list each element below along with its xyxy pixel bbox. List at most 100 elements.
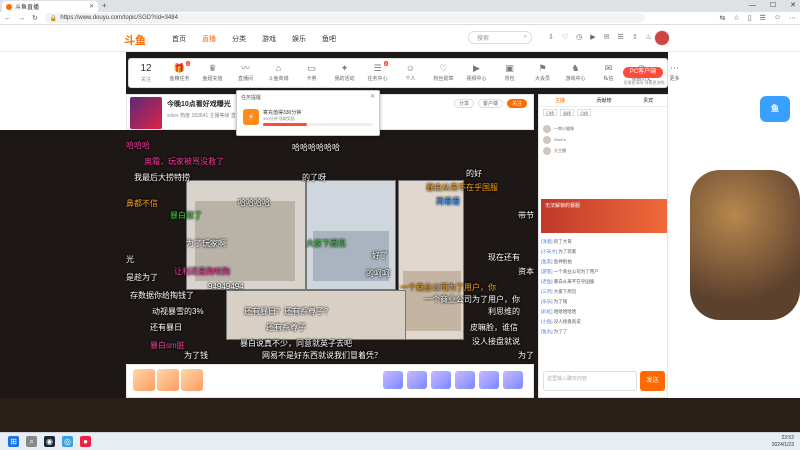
gift-item[interactable]	[431, 371, 451, 389]
gift-item[interactable]	[479, 371, 499, 389]
nav-category[interactable]: 分类	[232, 34, 246, 44]
video-icon[interactable]: ▶	[590, 33, 595, 41]
translate-icon[interactable]: ⇆	[720, 14, 726, 22]
chat-username[interactable]: [彩虹]	[541, 309, 553, 314]
subtab-daily[interactable]: 日榜	[543, 109, 557, 116]
message-icon[interactable]: ✉	[604, 33, 610, 41]
rank-row[interactable]: 大主播	[543, 145, 665, 156]
menu-icon[interactable]: ⋯	[789, 14, 796, 22]
chat-username[interactable]: [游客]	[541, 269, 553, 274]
function-item[interactable]: ⌂ 斗鱼商城	[262, 62, 295, 82]
history-icon[interactable]: ◷	[576, 33, 582, 41]
send-button[interactable]: 发送	[640, 371, 665, 391]
chat-username[interactable]: [三月]	[541, 289, 553, 294]
forward-icon[interactable]: →	[18, 15, 25, 22]
minimize-icon[interactable]: —	[749, 0, 756, 12]
nav-live[interactable]: 直播	[202, 34, 216, 44]
system-clock[interactable]: 23:52 2024/1/23	[772, 435, 794, 449]
gift-icon[interactable]: ♨	[646, 33, 652, 41]
nav-fishbar[interactable]: 鱼吧	[322, 34, 336, 44]
tab-vip[interactable]: 贵宾	[643, 97, 653, 104]
chat-message: [鱼友] 鱼神别拍	[541, 257, 667, 267]
gift-item[interactable]	[181, 369, 203, 391]
chat-username[interactable]: [老鱼]	[541, 279, 553, 284]
sidebar-banner[interactable]: 无法解锁的暴服	[541, 199, 667, 233]
search-input[interactable]: 搜索 ⌕	[468, 31, 532, 44]
steam-icon[interactable]: ◉	[44, 436, 55, 447]
function-item[interactable]: ▶ 视频中心	[460, 62, 493, 82]
close-window-icon[interactable]: ✕	[790, 0, 796, 12]
chat-username[interactable]: [鱼友]	[541, 259, 553, 264]
download-icon[interactable]: ⇩	[548, 33, 554, 41]
function-item[interactable]: ▣ 背包	[493, 62, 526, 82]
function-item[interactable]: ☺ 个人	[394, 62, 427, 82]
rank-subtabs: 日榜 周榜 月榜	[543, 109, 591, 116]
close-tab-icon[interactable]: ✕	[89, 3, 94, 10]
site-logo[interactable]: 斗鱼	[124, 32, 146, 48]
subtab-monthly[interactable]: 月榜	[577, 109, 591, 116]
gift-item[interactable]	[383, 371, 403, 389]
maximize-icon[interactable]: ☐	[770, 0, 776, 12]
chat-username[interactable]: [洋葱]	[541, 239, 553, 244]
pc-client-button[interactable]: PC客户端	[623, 67, 663, 78]
function-item[interactable]: ♛ 鱼翅充值	[196, 62, 229, 82]
app-icon[interactable]: ●	[80, 436, 91, 447]
nav-entertainment[interactable]: 娱乐	[292, 34, 306, 44]
popup-close-icon[interactable]: ✕	[370, 93, 375, 100]
chat-username[interactable]: [小天才]	[541, 249, 557, 254]
gift-item[interactable]	[503, 371, 523, 389]
task-icon[interactable]: ☰	[618, 33, 624, 41]
browser-tab[interactable]: 斗鱼直播 ✕	[2, 1, 98, 12]
client-button[interactable]: 客户端	[477, 99, 503, 108]
follow-icon[interactable]: ♡	[562, 33, 568, 41]
subtab-weekly[interactable]: 周榜	[560, 109, 574, 116]
url-field[interactable]: 🔒 https://www.douyu.com/topic/SGD?rid=34…	[44, 13, 645, 23]
follow-button[interactable]: 关注	[506, 99, 527, 108]
danmaku-comment: 动视暴雪的3%	[152, 307, 204, 316]
streamer-avatar[interactable]	[130, 97, 162, 129]
chat-username[interactable]: [鱼丸]	[541, 329, 553, 334]
follow-count[interactable]: 12 关注	[135, 63, 157, 83]
search-icon[interactable]: ⌕	[26, 436, 37, 447]
danmaku-comment: 暴白说真不少，同意就英子去吧	[240, 339, 352, 348]
back-icon[interactable]: ←	[4, 15, 11, 22]
bookmark-icon[interactable]: ☆	[733, 14, 739, 22]
function-item[interactable]: ♡ 粉丝勋章	[427, 62, 460, 82]
function-item-label: 视频中心	[466, 76, 487, 82]
function-item[interactable]: ▭ 卡券	[295, 62, 328, 82]
browser-icon[interactable]: ◎	[62, 436, 73, 447]
rank-row[interactable]: SncCo	[543, 134, 665, 145]
function-item-label: 个人	[405, 76, 416, 82]
gift-item[interactable]	[157, 369, 179, 391]
function-item[interactable]: ✉ 私信	[592, 62, 625, 82]
function-item[interactable]: 🎁 鱼粮任务 1	[163, 61, 196, 82]
favorites-icon[interactable]: ☰	[760, 14, 766, 22]
share-button[interactable]: 分享	[453, 99, 474, 108]
chat-username[interactable]: [小鱼]	[541, 319, 553, 324]
rank-row[interactable]: 一串小猫咪	[543, 123, 665, 134]
tab-anchor[interactable]: 主播	[555, 97, 565, 104]
reload-icon[interactable]: ↻	[32, 14, 38, 22]
function-item[interactable]: ⚑ 大会员	[526, 62, 559, 82]
nav-games[interactable]: 游戏	[262, 34, 276, 44]
box-icon: ▣	[505, 63, 514, 73]
function-item[interactable]: ♞ 游戏中心	[559, 62, 592, 82]
upload-icon[interactable]: ⇧	[632, 33, 638, 41]
gift-item[interactable]	[133, 369, 155, 391]
windows-start-icon[interactable]: ⊞	[8, 436, 19, 447]
chat-input[interactable]: 这里输入聊天内容	[543, 371, 637, 391]
search-icon[interactable]: ⌕	[524, 34, 527, 41]
gift-item[interactable]	[407, 371, 427, 389]
user-avatar[interactable]	[654, 30, 670, 46]
split-icon[interactable]: ▯	[748, 14, 752, 22]
new-tab-icon[interactable]: +	[102, 1, 107, 10]
danmaku-comment: 暴白就了	[170, 211, 202, 220]
gift-item[interactable]	[455, 371, 475, 389]
tab-contribution[interactable]: 贡献榜	[596, 97, 611, 104]
profile-icon[interactable]: ☺	[774, 14, 781, 22]
function-item[interactable]: 〰直播间	[229, 62, 262, 82]
nav-home[interactable]: 首页	[172, 34, 186, 44]
chat-username[interactable]: [乐乐]	[541, 299, 553, 304]
function-item[interactable]: ✦ 我的活动	[328, 62, 361, 82]
function-item[interactable]: ☰ 任务中心 2	[361, 61, 394, 82]
